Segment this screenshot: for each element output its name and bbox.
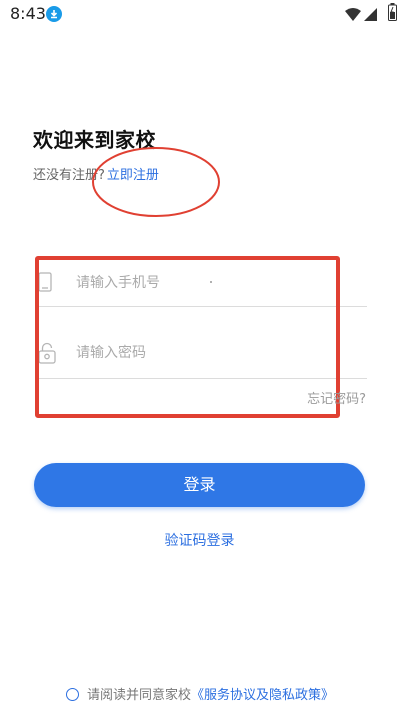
code-login-link[interactable]: 验证码登录	[0, 530, 399, 550]
agreement-row: 请阅读并同意家校《服务协议及隐私政策》	[66, 684, 334, 703]
annotation-box	[35, 256, 340, 418]
status-bar: 8:43	[0, 0, 399, 28]
wifi-icon	[345, 6, 361, 25]
agree-radio[interactable]	[66, 688, 79, 701]
agreement-text: 请阅读并同意家校	[87, 688, 192, 703]
download-icon	[46, 6, 62, 22]
signal-icon	[364, 6, 377, 25]
forgot-password-link[interactable]: 忘记密码?	[307, 388, 366, 407]
battery-icon	[388, 3, 397, 25]
status-time: 8:43	[10, 4, 46, 23]
login-button[interactable]: 登录	[34, 463, 365, 507]
agreement-link[interactable]: 《服务协议及隐私政策》	[191, 688, 334, 703]
annotation-ellipse	[92, 147, 220, 217]
